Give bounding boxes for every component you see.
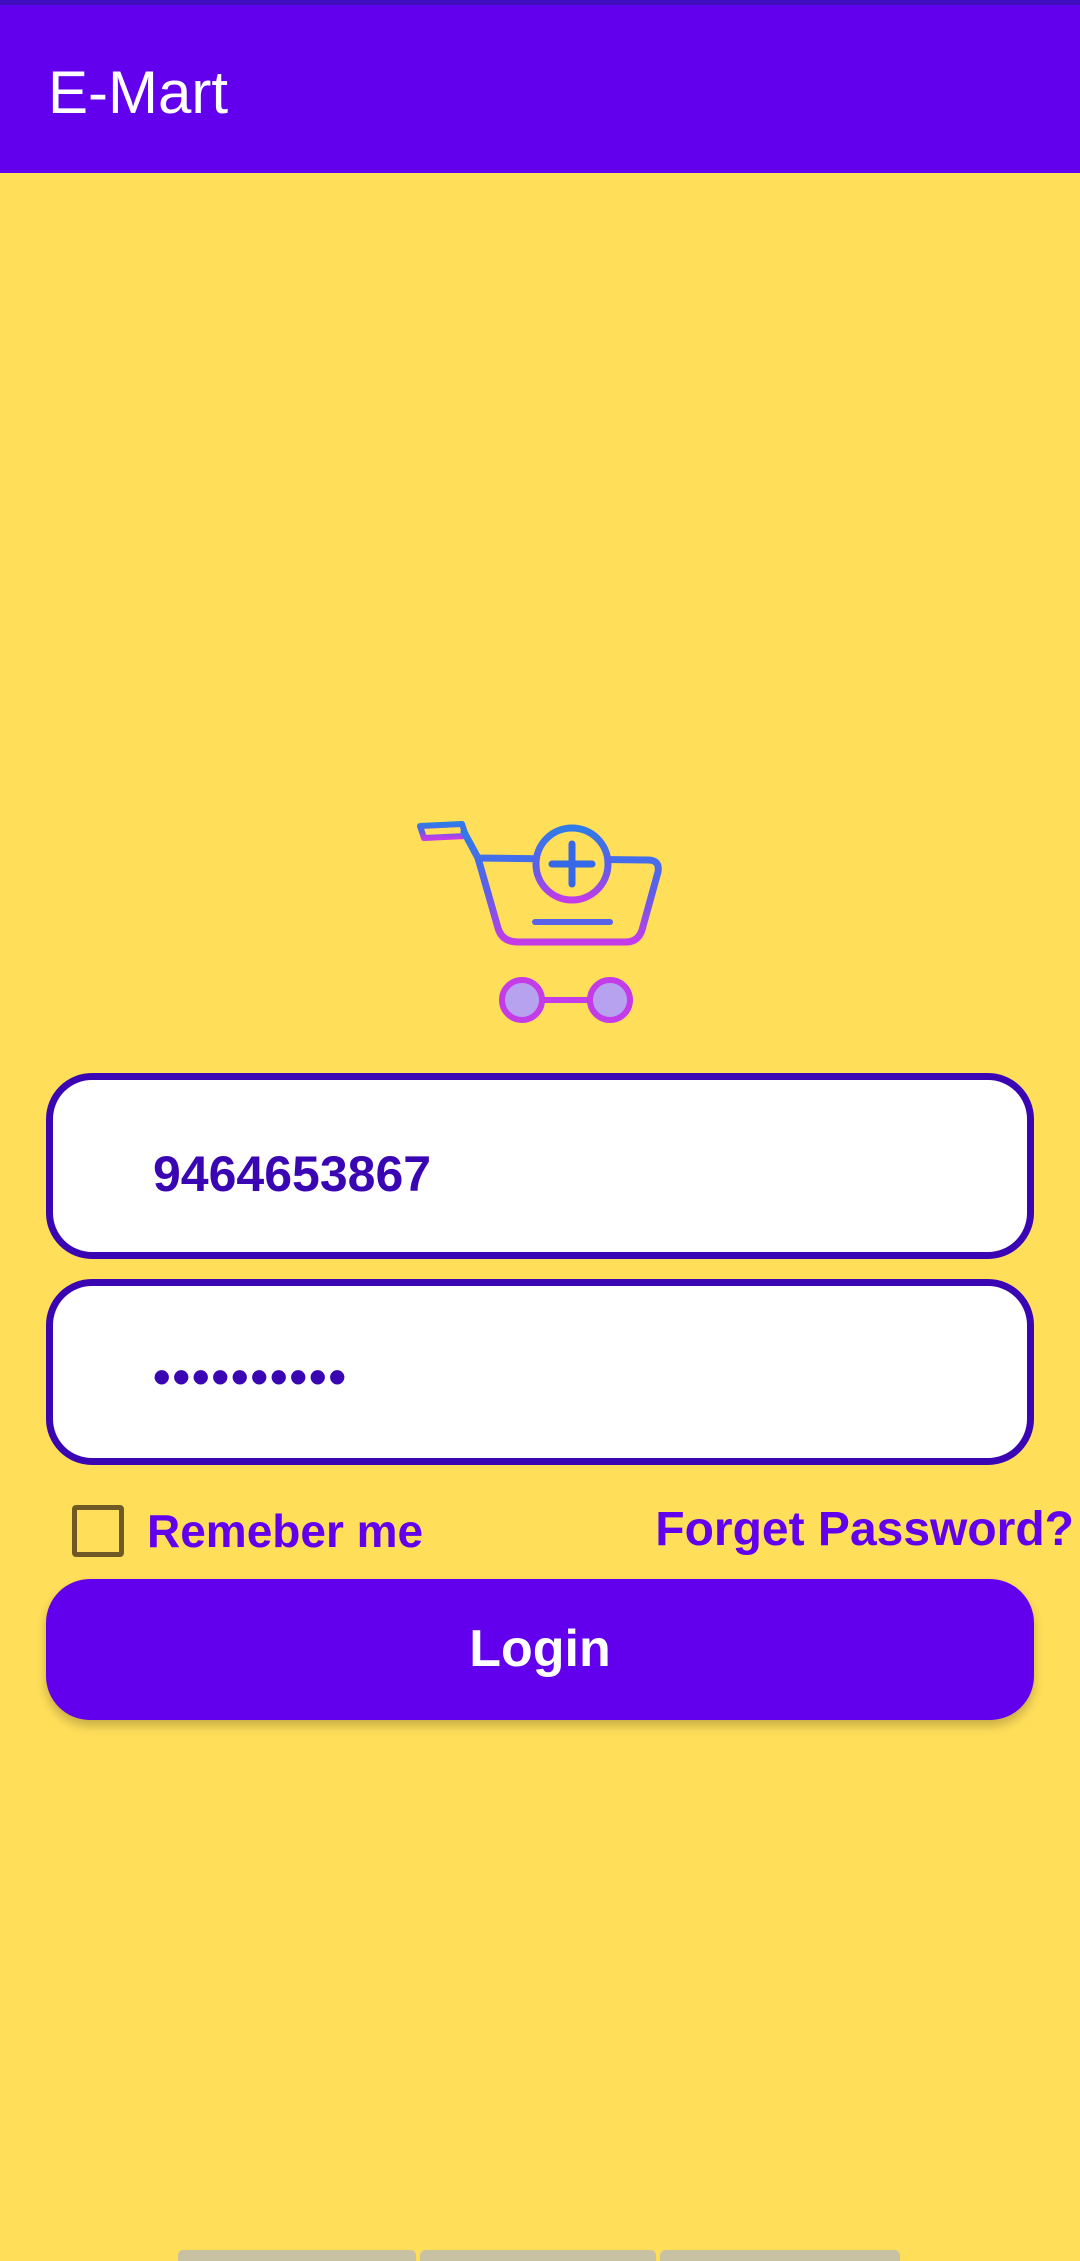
phone-value: 9464653867 xyxy=(153,1146,432,1202)
app-title: E-Mart xyxy=(48,59,228,126)
password-field[interactable]: •••••••••• xyxy=(46,1279,1034,1465)
phone-field[interactable]: 9464653867 xyxy=(46,1073,1034,1259)
shopping-cart-add-icon xyxy=(417,821,662,1023)
nav-indicator-right xyxy=(660,2250,900,2261)
nav-indicator-center xyxy=(420,2250,656,2261)
login-button[interactable]: Login xyxy=(46,1579,1034,1720)
forgot-password-link[interactable]: Forget Password? xyxy=(655,1501,1074,1559)
remember-me-label[interactable]: Remeber me xyxy=(147,1503,423,1559)
app-bar: E-Mart xyxy=(0,0,1080,173)
remember-me-checkbox[interactable] xyxy=(72,1505,124,1557)
password-value: •••••••••• xyxy=(153,1349,349,1405)
nav-indicator-left xyxy=(178,2250,416,2261)
